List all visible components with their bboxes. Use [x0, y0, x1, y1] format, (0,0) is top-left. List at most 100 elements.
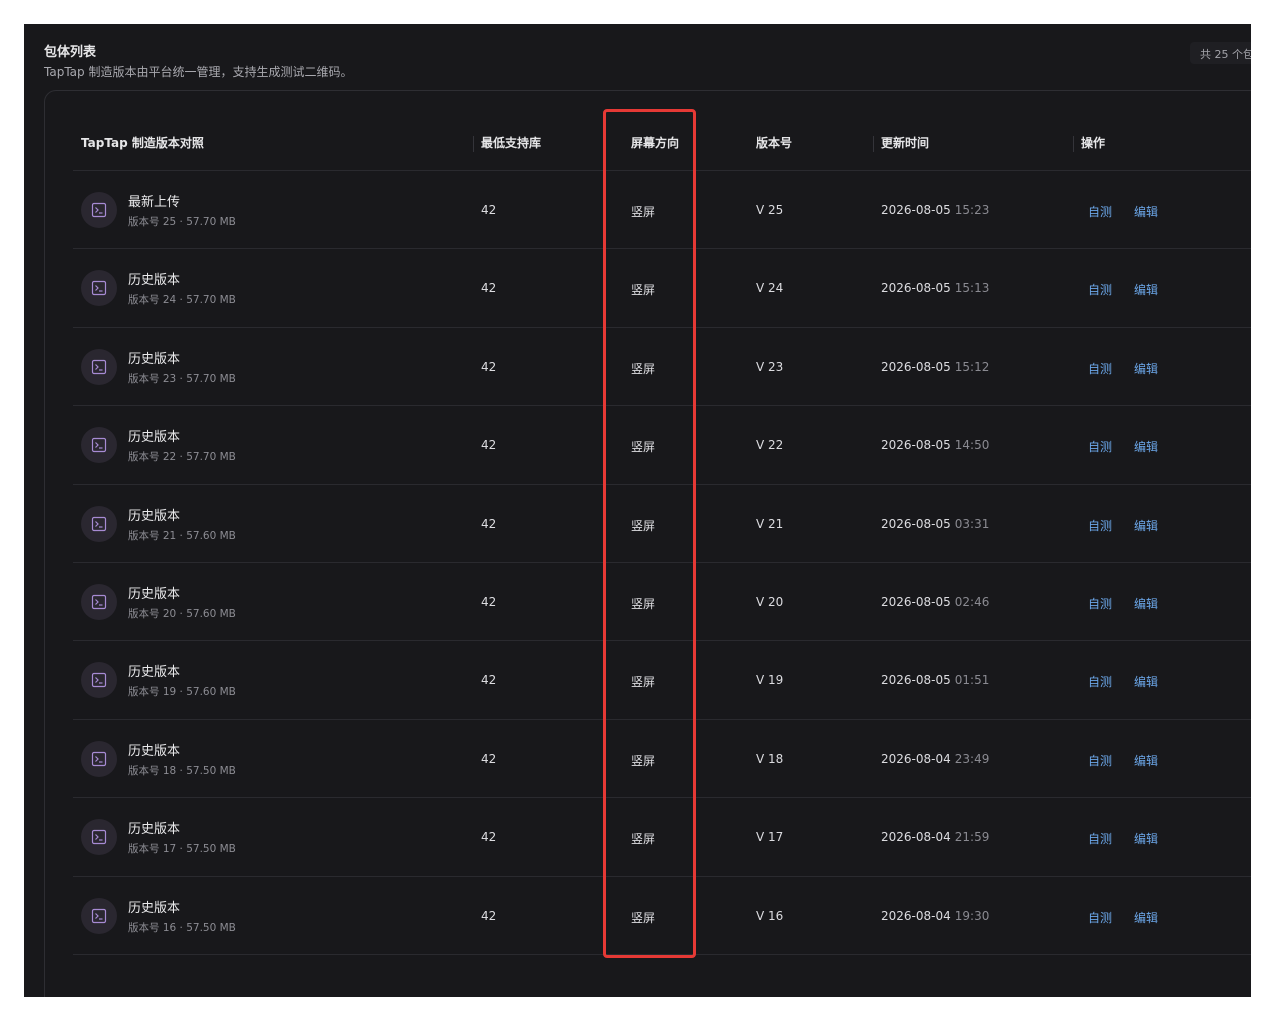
min-lib-value: 42	[481, 830, 497, 845]
updated-time: 2026-08-05 14:50	[881, 438, 989, 452]
version-value: V 24	[756, 281, 784, 296]
terminal-icon	[81, 662, 117, 699]
self-test-button[interactable]: 自测	[1088, 203, 1112, 220]
edit-button[interactable]: 编辑	[1134, 830, 1158, 847]
package-table: TapTap 制造版本对照 最低支持库 屏幕方向 版本号 更新时间 操作 最新上…	[73, 115, 1251, 955]
min-lib-value: 42	[481, 594, 497, 609]
updated-time: 2026-08-05 02:46	[881, 595, 989, 609]
terminal-icon	[81, 192, 117, 228]
updated-date: 2026-08-05	[881, 281, 951, 296]
edit-button[interactable]: 编辑	[1134, 438, 1158, 455]
updated-date: 2026-08-05	[881, 438, 951, 453]
updated-date: 2026-08-05	[881, 516, 951, 531]
table-row: 历史版本 版本号 20 · 57.60 MB 42 竖屏 V 20 2026-0…	[73, 563, 1251, 642]
updated-clock: 14:50	[954, 438, 990, 453]
self-test-button[interactable]: 自测	[1088, 360, 1112, 377]
version-value: V 25	[756, 203, 784, 217]
updated-clock: 23:49	[954, 751, 990, 766]
orientation-value: 竖屏	[631, 205, 656, 219]
updated-clock: 19:30	[954, 908, 990, 923]
version-value: V 18	[756, 751, 784, 766]
orientation-value: 竖屏	[631, 440, 656, 455]
updated-clock: 03:31	[954, 516, 990, 531]
self-test-button[interactable]: 自测	[1088, 752, 1112, 769]
orientation-value: 竖屏	[631, 361, 656, 376]
updated-time: 2026-08-05 15:12	[881, 360, 989, 374]
updated-clock: 15:23	[954, 203, 990, 217]
min-lib-value: 42	[481, 751, 497, 766]
table-row: 历史版本 版本号 17 · 57.50 MB 42 竖屏 V 17 2026-0…	[73, 798, 1251, 877]
package-meta: 版本号 17 · 57.50 MB	[128, 843, 236, 856]
table-row: 历史版本 版本号 16 · 57.50 MB 42 竖屏 V 16 2026-0…	[73, 877, 1251, 955]
package-meta: 版本号 22 · 57.70 MB	[128, 451, 236, 464]
updated-date: 2026-08-05	[881, 203, 951, 217]
updated-time: 2026-08-05 03:31	[881, 517, 989, 531]
version-value: V 16	[756, 908, 784, 923]
terminal-icon	[81, 819, 117, 856]
updated-time: 2026-08-05 15:23	[881, 203, 989, 217]
edit-button[interactable]: 编辑	[1134, 360, 1158, 377]
table-row: 历史版本 版本号 24 · 57.70 MB 42 竖屏 V 24 2026-0…	[73, 249, 1251, 328]
column-divider	[473, 136, 474, 152]
package-name: 历史版本	[128, 351, 181, 367]
page-title: 包体列表	[44, 45, 97, 60]
edit-button[interactable]: 编辑	[1134, 752, 1158, 769]
self-test-button[interactable]: 自测	[1088, 438, 1112, 455]
table-row: 历史版本 版本号 23 · 57.70 MB 42 竖屏 V 23 2026-0…	[73, 328, 1251, 407]
package-meta: 版本号 25 · 57.70 MB	[128, 216, 236, 228]
edit-button[interactable]: 编辑	[1134, 909, 1158, 926]
package-name: 历史版本	[128, 822, 181, 838]
table-row: 最新上传 版本号 25 · 57.70 MB 42 竖屏 V 25 2026-0…	[73, 171, 1251, 250]
self-test-button[interactable]: 自测	[1088, 595, 1112, 612]
package-meta: 版本号 19 · 57.60 MB	[128, 686, 236, 699]
version-value: V 23	[756, 359, 784, 374]
orientation-value: 竖屏	[631, 675, 656, 690]
updated-time: 2026-08-04 19:30	[881, 909, 989, 923]
column-header-version-map: TapTap 制造版本对照	[81, 136, 204, 150]
edit-button[interactable]: 编辑	[1134, 281, 1158, 298]
updated-date: 2026-08-04	[881, 830, 951, 845]
package-meta: 版本号 20 · 57.60 MB	[128, 607, 236, 620]
min-lib-value: 42	[481, 908, 497, 923]
orientation-value: 竖屏	[631, 518, 656, 533]
version-value: V 22	[756, 438, 784, 453]
version-value: V 19	[756, 673, 784, 688]
edit-button[interactable]: 编辑	[1134, 673, 1158, 690]
package-name: 历史版本	[128, 430, 181, 446]
package-table-card: TapTap 制造版本对照 最低支持库 屏幕方向 版本号 更新时间 操作 最新上…	[44, 90, 1251, 997]
updated-time: 2026-08-04 21:59	[881, 830, 989, 844]
updated-clock: 21:59	[954, 830, 990, 845]
package-meta: 版本号 18 · 57.50 MB	[128, 764, 236, 777]
self-test-button[interactable]: 自测	[1088, 909, 1112, 926]
updated-time: 2026-08-05 15:13	[881, 281, 989, 295]
self-test-button[interactable]: 自测	[1088, 517, 1112, 534]
self-test-button[interactable]: 自测	[1088, 281, 1112, 298]
version-value: V 21	[756, 516, 784, 531]
app-window: 包体列表 TapTap 制造版本由平台统一管理，支持生成测试二维码。 共 25 …	[24, 24, 1251, 997]
terminal-icon	[81, 348, 117, 385]
min-lib-value: 42	[481, 673, 497, 688]
package-meta: 版本号 16 · 57.50 MB	[128, 921, 236, 934]
orientation-value: 竖屏	[631, 910, 656, 925]
orientation-value: 竖屏	[631, 596, 656, 611]
edit-button[interactable]: 编辑	[1134, 517, 1158, 534]
package-name: 历史版本	[128, 665, 181, 681]
edit-button[interactable]: 编辑	[1134, 203, 1158, 220]
updated-clock: 15:12	[954, 359, 990, 374]
self-test-button[interactable]: 自测	[1088, 830, 1112, 847]
updated-date: 2026-08-05	[881, 594, 951, 609]
package-name: 历史版本	[128, 743, 181, 759]
package-meta: 版本号 23 · 57.70 MB	[128, 372, 236, 385]
package-meta: 版本号 24 · 57.70 MB	[128, 294, 236, 307]
terminal-icon	[81, 583, 117, 620]
version-value: V 20	[756, 594, 784, 609]
package-name: 最新上传	[128, 195, 181, 210]
package-name: 历史版本	[128, 508, 181, 524]
terminal-icon	[81, 505, 117, 542]
column-header-orientation: 屏幕方向	[631, 136, 680, 150]
terminal-icon	[81, 427, 117, 464]
self-test-button[interactable]: 自测	[1088, 673, 1112, 690]
table-row: 历史版本 版本号 19 · 57.60 MB 42 竖屏 V 19 2026-0…	[73, 641, 1251, 720]
terminal-icon	[81, 270, 117, 307]
edit-button[interactable]: 编辑	[1134, 595, 1158, 612]
